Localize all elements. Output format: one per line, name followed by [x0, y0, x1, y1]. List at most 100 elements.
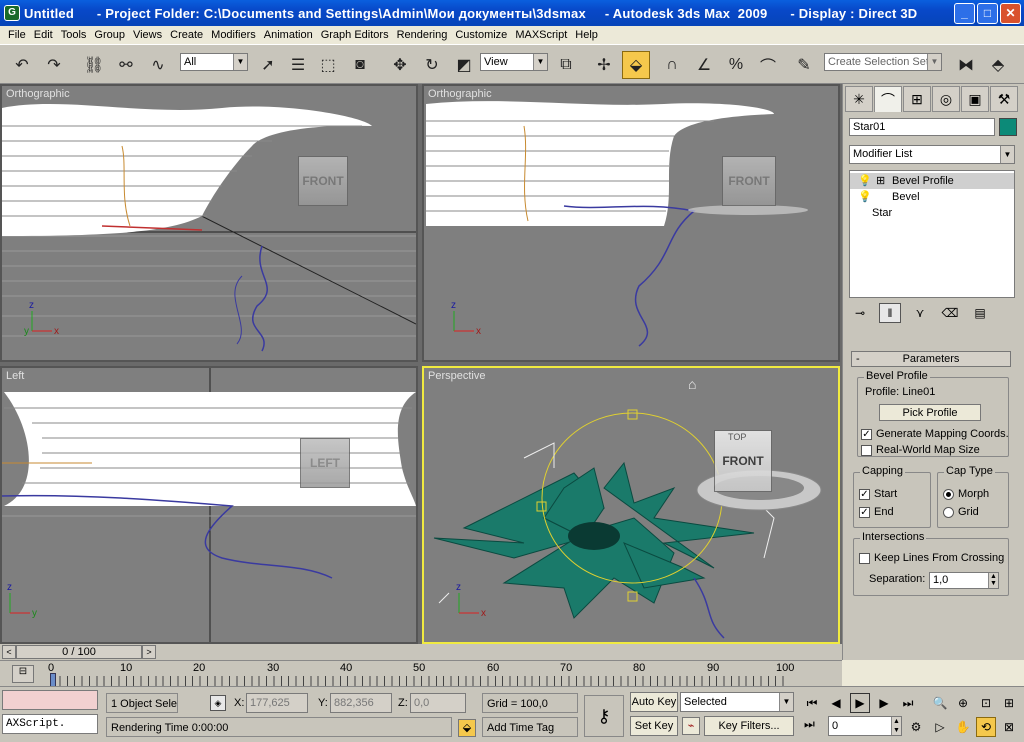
create-tab-icon[interactable]: ✳	[845, 86, 873, 112]
select-and-link-icon[interactable]: ⛓	[80, 51, 108, 79]
zoom-all-icon[interactable]: ⊕	[953, 693, 973, 713]
time-configuration-icon[interactable]: ⚙	[906, 717, 926, 737]
orbit-icon[interactable]: ⟲	[976, 717, 996, 737]
show-end-result-icon[interactable]: ‖	[879, 303, 901, 323]
current-frame-marker[interactable]	[50, 673, 56, 687]
z-coordinate-field[interactable]: 0,0	[410, 693, 466, 713]
parameters-rollout-header[interactable]: - Parameters	[851, 351, 1011, 367]
mini-curve-editor-icon[interactable]: ⊟	[12, 665, 34, 683]
pin-stack-icon[interactable]: ⊸	[849, 303, 871, 323]
menu-views[interactable]: Views	[129, 29, 166, 41]
remove-modifier-icon[interactable]: ⌫	[939, 303, 961, 323]
stack-item-star[interactable]: Star	[850, 205, 1014, 221]
maxscript-listener-mini[interactable]	[2, 690, 98, 710]
lightbulb-icon[interactable]: 💡	[858, 173, 872, 189]
menu-rendering[interactable]: Rendering	[393, 29, 452, 41]
maximize-button[interactable]: □	[977, 3, 998, 24]
viewcube[interactable]: FRONT	[722, 156, 776, 206]
modify-tab-icon[interactable]: ⌒	[874, 86, 902, 112]
viewcube[interactable]: FRONT	[298, 156, 348, 206]
maximize-viewport-icon[interactable]: ⊠	[999, 717, 1019, 737]
previous-frame-icon[interactable]: ◀	[826, 693, 846, 713]
close-button[interactable]: ✕	[1000, 3, 1021, 24]
window-crossing-icon[interactable]: ◙	[346, 51, 374, 79]
minimize-button[interactable]: _	[954, 3, 975, 24]
menu-create[interactable]: Create	[166, 29, 207, 41]
select-object-icon[interactable]: ➚	[254, 51, 282, 79]
play-icon[interactable]: ▶	[850, 693, 870, 713]
set-key-icon[interactable]: ⚷	[584, 695, 624, 737]
mirror-icon[interactable]: ⧓	[952, 51, 980, 79]
select-and-manipulate-icon[interactable]: ✢	[590, 51, 618, 79]
maxscript-input[interactable]: AXScript.	[2, 714, 98, 734]
redo-icon[interactable]: ↷	[40, 51, 68, 79]
menu-customize[interactable]: Customize	[451, 29, 511, 41]
track-bar[interactable]: ⊟ 0 10 20 30 40 50 60 70 80 90 100	[0, 660, 842, 687]
viewport-label[interactable]: Orthographic	[428, 88, 492, 100]
x-coordinate-field[interactable]: 177,625	[246, 693, 308, 713]
angle-snap-icon[interactable]: ∠	[690, 51, 718, 79]
viewport-top-right[interactable]: Orthographic z x FRONT	[422, 84, 840, 362]
cap-type-grid-radio[interactable]: Grid	[943, 506, 979, 518]
viewcube[interactable]: LEFT	[300, 438, 350, 488]
key-tangent-icon[interactable]: ⌁	[682, 717, 700, 735]
spinner-snap-icon[interactable]: ⌒	[754, 51, 782, 79]
keep-lines-from-crossing-checkbox[interactable]: Keep Lines From Crossing	[859, 552, 1004, 564]
viewport-top-left[interactable]: Orthographic z x y FRONT	[0, 84, 418, 362]
motion-tab-icon[interactable]: ◎	[932, 86, 960, 112]
pivot-center-icon[interactable]: ⧉	[552, 51, 580, 79]
cap-start-checkbox[interactable]: ✓ Start	[859, 488, 897, 500]
set-key-button[interactable]: Set Key	[630, 716, 678, 736]
unlink-icon[interactable]: ⚯	[112, 51, 140, 79]
cap-type-morph-radio[interactable]: Morph	[943, 488, 989, 500]
display-tab-icon[interactable]: ▣	[961, 86, 989, 112]
stack-item-bevel-profile[interactable]: 💡 ⊞ Bevel Profile	[850, 173, 1014, 189]
utilities-tab-icon[interactable]: ⚒	[990, 86, 1018, 112]
edit-named-selection-icon[interactable]: ✎	[790, 51, 818, 79]
auto-key-button[interactable]: Auto Key	[630, 692, 678, 712]
percent-snap-icon[interactable]: %	[722, 51, 750, 79]
configure-modifier-sets-icon[interactable]: ▤	[969, 303, 991, 323]
reference-coordinate-dropdown[interactable]: View ▼	[480, 53, 548, 71]
time-slider-thumb[interactable]: 0 / 100	[16, 645, 142, 659]
bind-to-space-warp-icon[interactable]: ∿	[144, 51, 172, 79]
menu-animation[interactable]: Animation	[260, 29, 317, 41]
align-icon[interactable]: ⬘	[984, 51, 1012, 79]
viewport-bottom-left[interactable]: Left z y LEFT	[0, 366, 418, 644]
scale-icon[interactable]: ◩	[450, 51, 478, 79]
select-by-name-icon[interactable]: ☰	[284, 51, 312, 79]
current-frame-spinner[interactable]: 0 ▲ ▼	[828, 716, 902, 736]
expand-plus-icon[interactable]: ⊞	[876, 173, 885, 189]
snaps-toggle-icon[interactable]: ∩	[658, 51, 686, 79]
collapse-minus-icon[interactable]: -	[856, 352, 860, 366]
add-time-tag[interactable]: Add Time Tag	[482, 717, 578, 737]
separation-spinner[interactable]: 1,0 ▲ ▼	[929, 572, 999, 589]
3dsmax-app-icon[interactable]: G	[4, 5, 20, 21]
viewport-bottom-right-perspective[interactable]: Perspective ⌂ z x FRONT TOP	[422, 366, 840, 644]
keyboard-shortcut-override-icon[interactable]: ⬙	[622, 51, 650, 79]
menu-maxscript[interactable]: MAXScript	[511, 29, 571, 41]
menu-graph-editors[interactable]: Graph Editors	[317, 29, 393, 41]
stack-item-bevel[interactable]: 💡 Bevel	[850, 189, 1014, 205]
menu-tools[interactable]: Tools	[57, 29, 91, 41]
viewport-label[interactable]: Left	[6, 370, 24, 382]
object-color-swatch[interactable]	[999, 118, 1017, 136]
viewport-label[interactable]: Orthographic	[6, 88, 70, 100]
viewport-label[interactable]: Perspective	[428, 370, 485, 382]
rotate-icon[interactable]: ↻	[418, 51, 446, 79]
y-coordinate-field[interactable]: 882,356	[330, 693, 392, 713]
time-slider-next-icon[interactable]: >	[142, 645, 156, 659]
zoom-extents-all-icon[interactable]: ⊞	[999, 693, 1019, 713]
lock-selection-icon[interactable]: ◈	[210, 695, 226, 711]
menu-modifiers[interactable]: Modifiers	[207, 29, 260, 41]
time-tag-icon[interactable]: ⬙	[458, 719, 476, 737]
menu-help[interactable]: Help	[571, 29, 602, 41]
time-slider-prev-icon[interactable]: <	[2, 645, 16, 659]
generate-mapping-checkbox[interactable]: ✓ Generate Mapping Coords.	[861, 428, 1009, 440]
go-to-start-icon[interactable]: ⏮	[802, 693, 822, 713]
zoom-icon[interactable]: 🔍	[930, 693, 950, 713]
spinner-arrows-icon[interactable]: ▲ ▼	[891, 717, 901, 735]
undo-icon[interactable]: ↶	[8, 51, 36, 79]
cap-end-checkbox[interactable]: ✓ End	[859, 506, 894, 518]
key-mode-toggle-icon[interactable]: ⏭	[804, 717, 815, 732]
